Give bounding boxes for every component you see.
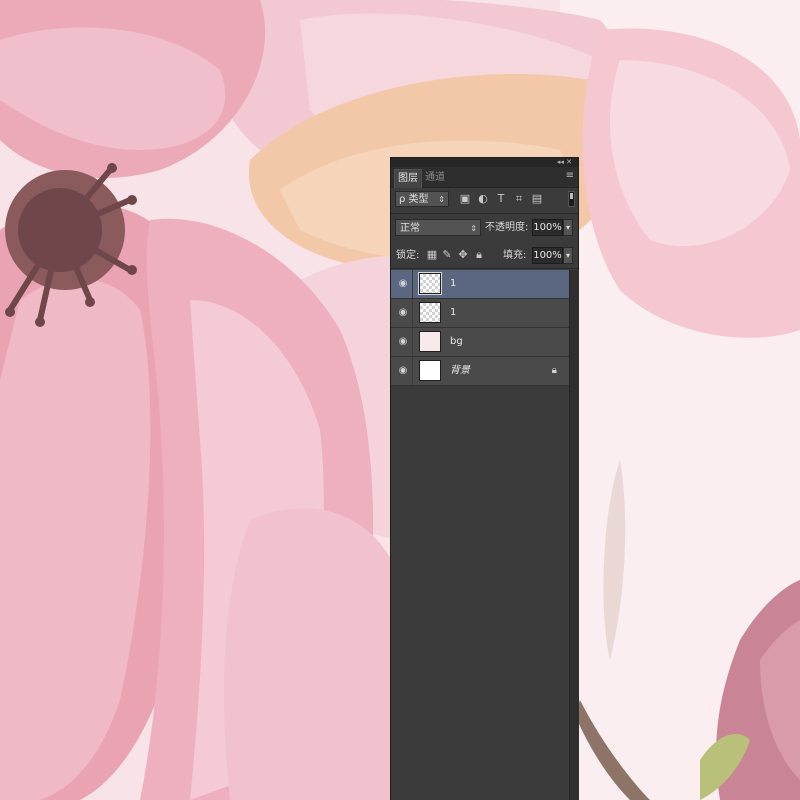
- layer-name: 1: [450, 307, 457, 318]
- eye-visibility-icon[interactable]: ◉: [396, 335, 410, 349]
- hamburger-menu-icon[interactable]: ≡: [566, 170, 574, 182]
- layer-name: bg: [450, 336, 463, 347]
- smart-object-filter-icon[interactable]: ▤: [531, 192, 543, 206]
- layers-panel: ◂◂ ✕ 图层 通道 ≡ ρ 类型 ⇕ ▣ ◐ T ⌗ ▤ 正常 ⇕ 不透明度:…: [391, 158, 579, 800]
- shape-filter-icon[interactable]: ⌗: [513, 192, 525, 206]
- blend-mode-select[interactable]: 正常 ⇕: [395, 219, 481, 236]
- layers-scrollbar[interactable]: [569, 270, 579, 800]
- eye-visibility-icon[interactable]: ◉: [396, 277, 410, 291]
- layer-thumbnail: [419, 302, 441, 323]
- eye-visibility-icon[interactable]: ◉: [396, 306, 410, 320]
- collapse-panel-button[interactable]: ◂◂ ✕: [557, 158, 572, 167]
- layer-row-background[interactable]: ◉ 背景 🔒︎: [391, 357, 569, 386]
- layer-thumbnail: [419, 360, 441, 381]
- filter-kind-select[interactable]: ρ 类型 ⇕: [395, 191, 449, 207]
- fill-input[interactable]: 100%: [532, 247, 563, 264]
- lock-transparent-icon[interactable]: ▦: [426, 247, 438, 263]
- tab-layers[interactable]: 图层: [394, 169, 422, 188]
- layer-thumbnail: [418, 272, 442, 295]
- filter-toggle-switch[interactable]: [568, 191, 575, 207]
- layer-row-bg[interactable]: ◉ bg: [391, 328, 569, 357]
- divider: [412, 357, 413, 385]
- opacity-label: 不透明度:: [485, 222, 529, 233]
- image-filter-icon[interactable]: ▣: [459, 192, 471, 206]
- panel-tabs: 图层 通道 ≡: [391, 167, 578, 188]
- filter-kind-label: ρ 类型: [399, 194, 429, 205]
- lock-label: 锁定:: [396, 250, 420, 261]
- fill-dropdown-icon[interactable]: ▾: [563, 247, 573, 264]
- divider: [412, 270, 413, 298]
- chevron-updown-icon: ⇕: [470, 224, 477, 233]
- lock-all-icon[interactable]: 🔒︎: [473, 247, 485, 263]
- divider: [391, 213, 578, 214]
- layer-name: 1: [450, 278, 457, 289]
- lock-paint-icon[interactable]: ✎: [441, 247, 453, 263]
- layer-list: ◉ 1 ◉ 1 ◉ bg ◉ 背景 🔒︎: [391, 270, 569, 386]
- blend-row: 正常 ⇕ 不透明度: 100% ▾: [391, 216, 578, 238]
- opacity-input[interactable]: 100%: [532, 219, 563, 236]
- tab-channels[interactable]: 通道: [422, 169, 448, 187]
- layer-thumbnail: [419, 331, 441, 352]
- fill-label: 填充:: [503, 250, 527, 261]
- adjustment-filter-icon[interactable]: ◐: [477, 192, 489, 206]
- layer-name: 背景: [450, 365, 470, 376]
- divider: [391, 268, 578, 269]
- type-filter-icon[interactable]: T: [495, 192, 507, 206]
- filter-toggle-knob: [570, 193, 573, 199]
- chevron-updown-icon: ⇕: [438, 195, 445, 204]
- layer-row-1-top[interactable]: ◉ 1: [391, 270, 569, 299]
- divider: [412, 328, 413, 356]
- eye-visibility-icon[interactable]: ◉: [396, 364, 410, 378]
- divider: [412, 299, 413, 327]
- blend-mode-value: 正常: [400, 223, 420, 234]
- panel-title-bar: ◂◂ ✕: [391, 158, 578, 167]
- layer-filter-row: ρ 类型 ⇕ ▣ ◐ T ⌗ ▤: [391, 188, 578, 210]
- opacity-dropdown-icon[interactable]: ▾: [563, 219, 573, 236]
- padlock-icon: 🔒︎: [551, 365, 557, 376]
- lock-row: 锁定: ▦ ✎ ✥ 🔒︎ 填充: 100% ▾: [391, 244, 578, 266]
- lock-move-icon[interactable]: ✥: [457, 247, 469, 263]
- layer-row-1[interactable]: ◉ 1: [391, 299, 569, 328]
